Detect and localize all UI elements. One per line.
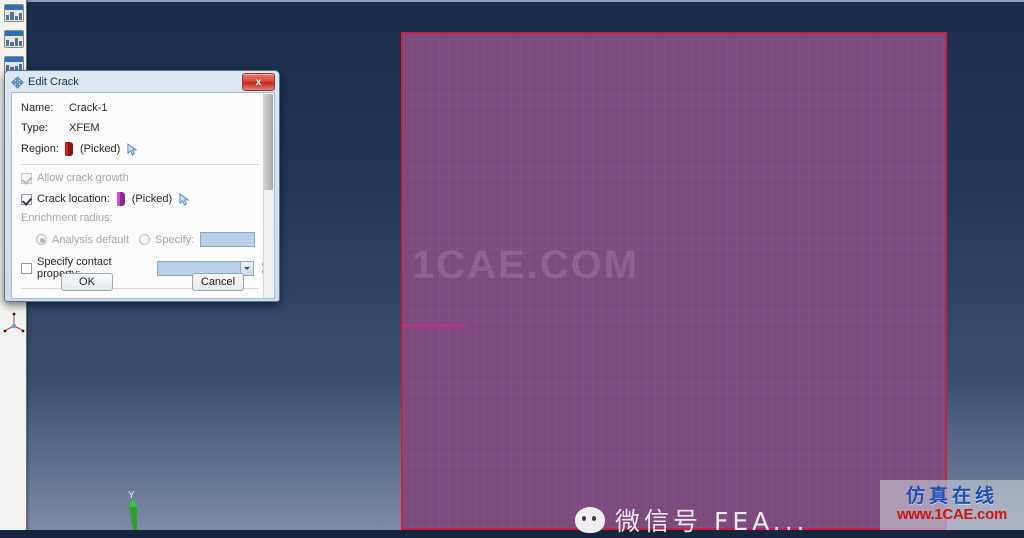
type-row: Type: XFEM: [21, 122, 100, 134]
dialog-body: Name: Crack-1 Type: XFEM Region: (Picked…: [11, 92, 275, 299]
crack-location-label: Crack location:: [37, 193, 110, 205]
dialog-scrollbar-thumb[interactable]: [264, 94, 273, 190]
allow-crack-growth-row: Allow crack growth: [21, 172, 129, 184]
site-logo[interactable]: 仿真在线 www.1CAE.com: [880, 480, 1024, 530]
crack-location-pick-icon[interactable]: [116, 192, 125, 206]
allow-crack-growth-checkbox: [21, 172, 32, 184]
crack-location-value: (Picked): [131, 193, 173, 205]
name-value: Crack-1: [69, 102, 108, 114]
allow-crack-growth-label: Allow crack growth: [37, 172, 129, 184]
move-handle-icon: [11, 75, 24, 89]
name-label: Name:: [21, 102, 54, 114]
cancel-button[interactable]: Cancel: [192, 273, 244, 291]
analysis-default-radio: [36, 234, 47, 245]
specify-radius-label: Specify:: [155, 233, 195, 246]
viewport-watermark: 1CAE.COM: [412, 243, 640, 287]
enrichment-radius-row: Enrichment radius:: [21, 212, 113, 224]
ok-button[interactable]: OK: [61, 273, 113, 291]
region-edit-cursor-icon[interactable]: [127, 142, 138, 156]
model-tree-icon-1[interactable]: [4, 4, 24, 22]
viewport-top-border: [0, 0, 1024, 2]
enrichment-radius-options-row: Analysis default Specify:: [36, 232, 256, 247]
region-value: (Picked): [80, 143, 121, 155]
region-pick-icon[interactable]: [65, 142, 73, 156]
model-tree-icon-2[interactable]: [4, 30, 24, 48]
viewport-axis-triad: Y: [108, 490, 168, 532]
region-row: Region: (Picked): [21, 142, 138, 156]
axis-triad-icon: [3, 312, 25, 333]
crack-location-edit-cursor-icon[interactable]: [179, 192, 190, 206]
region-label: Region:: [21, 143, 59, 155]
close-icon[interactable]: x: [242, 73, 275, 91]
type-value: XFEM: [69, 122, 100, 134]
dialog-scrollbar[interactable]: [263, 93, 274, 298]
crack-location-row: Crack location: (Picked): [21, 192, 190, 206]
dialog-title-bar[interactable]: Edit Crack x: [7, 73, 277, 91]
name-row: Name: Crack-1: [21, 102, 108, 114]
specify-radius-input: [200, 232, 256, 247]
edit-crack-dialog[interactable]: Edit Crack x Name: Crack-1 Type: XFEM Re…: [4, 70, 280, 302]
dialog-title: Edit Crack: [28, 76, 79, 88]
wechat-promo: 微信号 FEA...: [575, 506, 809, 536]
specify-radius-radio: [139, 234, 151, 245]
logo-url-text: www.1CAE.com: [896, 505, 1008, 523]
crack-line: [402, 325, 465, 327]
wechat-face-icon: [575, 506, 605, 533]
enrichment-radius-label: Enrichment radius:: [21, 212, 113, 224]
wechat-promo-text: 微信号 FEA...: [615, 506, 809, 536]
type-label: Type:: [21, 122, 48, 134]
crack-location-checkbox[interactable]: [21, 193, 32, 205]
logo-chinese-text: 仿真在线: [905, 484, 998, 507]
specify-contact-property-checkbox[interactable]: [21, 262, 32, 274]
divider-1: [21, 164, 259, 165]
analysis-default-label: Analysis default: [52, 233, 130, 246]
axis-label-y: Y: [128, 490, 135, 501]
